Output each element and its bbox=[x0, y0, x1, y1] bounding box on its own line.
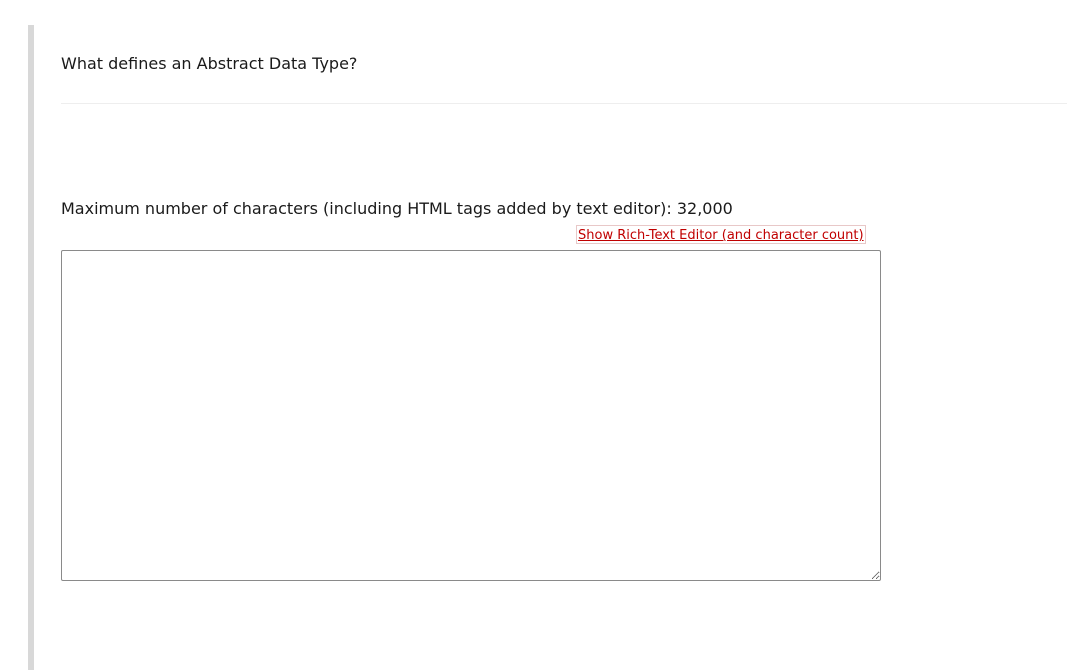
max-characters-label: Maximum number of characters (including … bbox=[61, 199, 733, 218]
quiz-question-page: What defines an Abstract Data Type? Maxi… bbox=[0, 0, 1067, 670]
question-left-border bbox=[28, 25, 34, 670]
question-text: What defines an Abstract Data Type? bbox=[61, 54, 358, 73]
answer-textarea[interactable] bbox=[61, 250, 881, 581]
show-rich-text-editor-link[interactable]: Show Rich-Text Editor (and character cou… bbox=[576, 225, 866, 244]
question-divider bbox=[61, 103, 1067, 104]
